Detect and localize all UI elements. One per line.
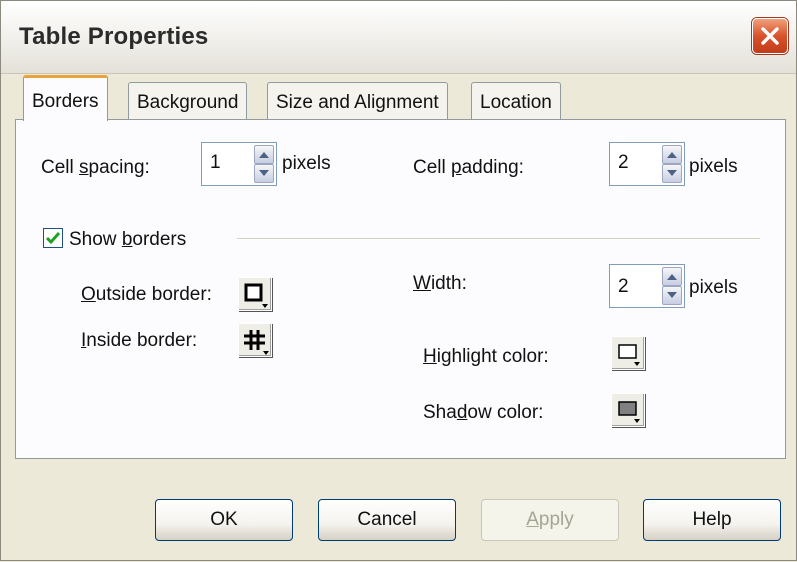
- width-label: Width:: [413, 273, 467, 294]
- arrow-up-icon: [667, 274, 677, 280]
- cell-padding-up-button[interactable]: [662, 145, 682, 164]
- cell-spacing-label: Cell spacing:: [41, 157, 150, 178]
- shadow-color-label: Shadow color:: [423, 402, 544, 423]
- cell-spacing-up-button[interactable]: [254, 145, 274, 164]
- cell-padding-value[interactable]: 2: [618, 152, 629, 174]
- outside-border-button[interactable]: [238, 277, 272, 311]
- width-spinner[interactable]: 2: [609, 264, 685, 308]
- cell-spacing-spinner[interactable]: 1: [201, 142, 277, 186]
- arrow-down-icon: [259, 170, 269, 176]
- width-up-button[interactable]: [662, 267, 682, 286]
- borders-content: Cell spacing: 1 pixels Cell padding: 2 p…: [1, 1, 797, 562]
- shadow-color-button[interactable]: [611, 393, 645, 427]
- group-separator-line: [237, 238, 760, 240]
- cell-padding-unit: pixels: [689, 156, 738, 177]
- highlight-color-icon: [618, 344, 640, 366]
- cell-padding-spinner[interactable]: 2: [609, 142, 685, 186]
- cell-spacing-down-button[interactable]: [254, 164, 274, 183]
- width-down-button[interactable]: [662, 286, 682, 305]
- cell-spacing-value[interactable]: 1: [210, 152, 221, 174]
- cell-padding-down-button[interactable]: [662, 164, 682, 183]
- inside-border-label: Inside border:: [81, 330, 198, 351]
- highlight-color-button[interactable]: [611, 336, 645, 370]
- shadow-color-icon: [618, 401, 640, 423]
- outside-border-label: Outside border:: [81, 284, 212, 305]
- arrow-down-icon: [667, 170, 677, 176]
- inside-border-icon: [244, 330, 269, 355]
- arrow-up-icon: [667, 152, 677, 158]
- highlight-color-label: Highlight color:: [423, 346, 549, 367]
- table-properties-dialog: Table Properties Borders Background Size…: [0, 0, 797, 561]
- cell-padding-label: Cell padding:: [413, 157, 524, 178]
- inside-border-button[interactable]: [238, 323, 272, 357]
- checkmark-icon: [45, 232, 61, 245]
- width-unit: pixels: [689, 277, 738, 298]
- arrow-up-icon: [259, 152, 269, 158]
- width-value[interactable]: 2: [618, 276, 629, 298]
- outside-border-icon: [244, 283, 268, 308]
- show-borders-checkbox[interactable]: [43, 228, 63, 248]
- show-borders-label[interactable]: Show borders: [69, 229, 186, 251]
- cell-spacing-unit: pixels: [282, 153, 331, 174]
- arrow-down-icon: [667, 292, 677, 298]
